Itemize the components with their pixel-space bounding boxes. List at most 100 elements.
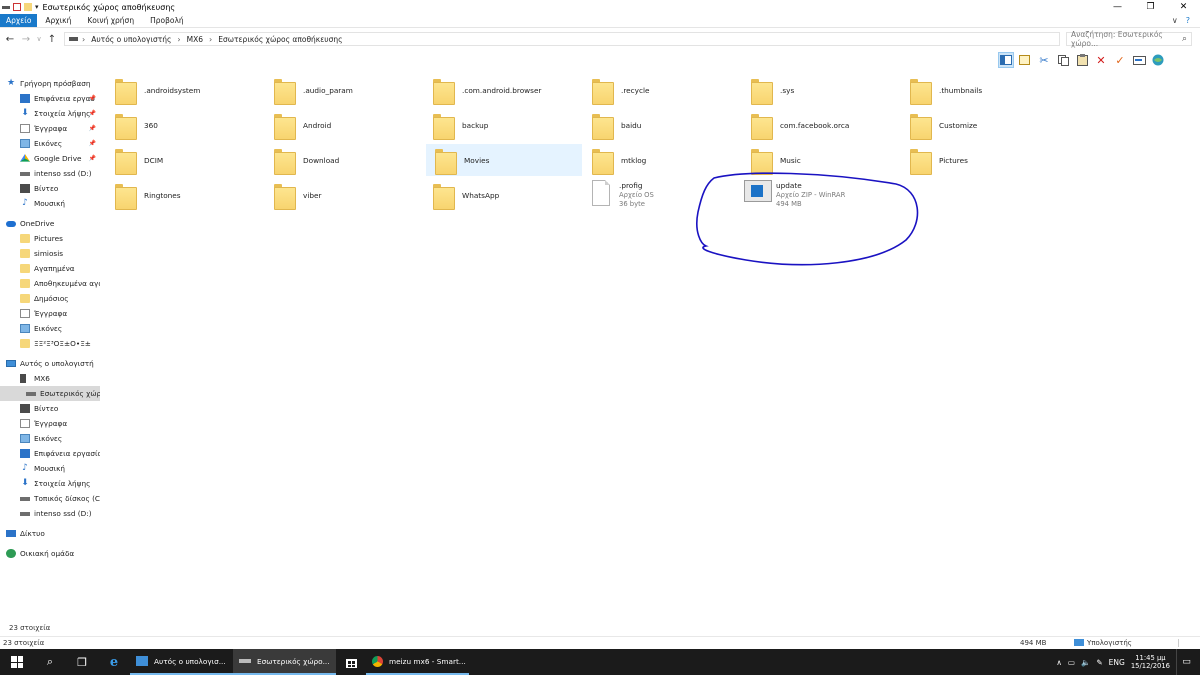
sidebar-internal-storage[interactable]: Εσωτερικός χώρο	[0, 386, 100, 401]
sidebar-homegroup[interactable]: Οικιακή ομάδα	[0, 546, 100, 561]
back-button[interactable]: ←	[2, 34, 18, 45]
folder-item[interactable]: viber	[265, 179, 421, 211]
sidebar-pc-documents[interactable]: Έγγραφα	[0, 416, 100, 431]
tray-pen-icon[interactable]: ✎	[1096, 658, 1102, 667]
notification-center-icon[interactable]: ▭	[1176, 649, 1196, 675]
breadcrumb-this-pc[interactable]: Αυτός ο υπολογιστής	[91, 35, 171, 44]
tray-overflow-icon[interactable]: ∧	[1056, 658, 1062, 667]
sidebar-onedrive-documents[interactable]: Έγγραφα	[0, 306, 100, 321]
edge-browser-icon[interactable]: e	[98, 649, 130, 675]
taskbar-item-this-pc[interactable]: Αυτός ο υπολογισ...	[130, 649, 233, 675]
sidebar-pc-pictures[interactable]: Εικόνες	[0, 431, 100, 446]
folder-item[interactable]: .audio_param	[265, 74, 421, 106]
sidebar-pc-desktop[interactable]: Επιφάνεια εργασίας	[0, 446, 100, 461]
archive-file-item[interactable]: update Αρχείο ZIP - WinRAR 494 MB	[742, 177, 898, 213]
taskbar-item-internal-storage[interactable]: Εσωτερικός χώρο...	[233, 649, 336, 675]
breadcrumb-mx6[interactable]: MX6	[187, 35, 203, 44]
folder-item[interactable]: Customize	[901, 109, 1057, 141]
pin-icon[interactable]: 📌	[89, 95, 96, 102]
sidebar-quick-access[interactable]: ★ Γρήγορη πρόσβαση	[0, 76, 100, 91]
taskbar-item-chrome[interactable]: meizu mx6 - Smart...	[366, 649, 469, 675]
new-folder-icon[interactable]	[24, 3, 32, 11]
folder-item[interactable]: mtklog	[583, 144, 739, 176]
sidebar-network[interactable]: Δίκτυο	[0, 526, 100, 541]
preview-pane-icon[interactable]	[998, 52, 1014, 68]
pin-icon[interactable]: 📌	[89, 110, 96, 117]
folder-item[interactable]: .recycle	[583, 74, 739, 106]
sidebar-pc-intenso-d[interactable]: intenso ssd (D:)	[0, 506, 100, 521]
close-button[interactable]: ✕	[1167, 0, 1200, 14]
sidebar-item-downloads[interactable]: ⬇ Στοιχεία λήψης 📌	[0, 106, 100, 121]
forward-button[interactable]: →	[18, 34, 34, 45]
address-bar[interactable]: › Αυτός ο υπολογιστής › MX6 › Εσωτερικός…	[64, 32, 1060, 46]
folder-item[interactable]: com.facebook.orca	[742, 109, 898, 141]
sidebar-pc-local-disk-c[interactable]: Τοπικός δίσκος (C:)	[0, 491, 100, 506]
help-icon[interactable]: ?	[1186, 16, 1190, 25]
folder-item[interactable]: backup	[424, 109, 580, 141]
folder-item[interactable]: DCIM	[106, 144, 262, 176]
search-input[interactable]: Αναζήτηση: Εσωτερικός χώρο...	[1071, 30, 1191, 48]
sidebar-onedrive-images[interactable]: Εικόνες	[0, 321, 100, 336]
sidebar-pc-downloads[interactable]: ⬇ Στοιχεία λήψης	[0, 476, 100, 491]
copy-icon[interactable]	[1055, 52, 1071, 68]
pin-icon[interactable]: 📌	[89, 140, 96, 147]
store-icon[interactable]	[336, 649, 366, 675]
sidebar-onedrive[interactable]: OneDrive	[0, 216, 100, 231]
sidebar-item-pictures[interactable]: Εικόνες 📌	[0, 136, 100, 151]
paste-icon[interactable]	[1074, 52, 1090, 68]
sidebar-onedrive-saved-favorites[interactable]: Αποθηκευμένα αγα	[0, 276, 100, 291]
checkmark-icon[interactable]: ✓	[1112, 52, 1128, 68]
sidebar-item-videos[interactable]: Βίντεο	[0, 181, 100, 196]
recent-locations-button[interactable]: ∨	[34, 35, 44, 43]
maximize-button[interactable]: ❐	[1134, 0, 1167, 14]
up-button[interactable]: ↑	[44, 34, 60, 45]
minimize-button[interactable]: —	[1101, 0, 1134, 14]
sidebar-item-google-drive[interactable]: Google Drive 📌	[0, 151, 100, 166]
tray-volume-icon[interactable]: 🔈	[1081, 658, 1090, 667]
search-box[interactable]: Αναζήτηση: Εσωτερικός χώρο... ⌕	[1066, 30, 1192, 48]
task-view-icon[interactable]: ❐	[66, 649, 98, 675]
cut-icon[interactable]: ✂	[1036, 52, 1052, 68]
sidebar-item-desktop[interactable]: Επιφάνεια εργασ 📌	[0, 91, 100, 106]
sidebar-pc-music[interactable]: ♪ Μουσική	[0, 461, 100, 476]
qat-dropdown-icon[interactable]: ▾	[35, 3, 39, 11]
properties-icon[interactable]	[13, 3, 21, 11]
tab-home[interactable]: Αρχική	[37, 14, 79, 27]
folder-item[interactable]: .sys	[742, 74, 898, 106]
folder-item[interactable]: baidu	[583, 109, 739, 141]
tab-share[interactable]: Κοινή χρήση	[79, 14, 142, 27]
sidebar-onedrive-simiosis[interactable]: simiosis	[0, 246, 100, 261]
folder-item-hovered[interactable]: Movies	[426, 144, 582, 176]
folder-item[interactable]: Android	[265, 109, 421, 141]
sidebar-onedrive-favorites[interactable]: Αγαπημένα	[0, 261, 100, 276]
search-icon[interactable]: ⌕	[1182, 34, 1187, 44]
folder-item[interactable]: Download	[265, 144, 421, 176]
taskbar-search-icon[interactable]: ⌕	[34, 649, 66, 675]
folder-item[interactable]: WhatsApp	[424, 179, 580, 211]
sidebar-onedrive-garbled[interactable]: ΞΞ²Ξ³ΟΞ±Ο•Ξ±	[0, 336, 100, 351]
start-button[interactable]	[0, 649, 34, 675]
tray-network-icon[interactable]: ▭	[1068, 658, 1075, 667]
breadcrumb-internal-storage[interactable]: Εσωτερικός χώρος αποθήκευσης	[218, 35, 342, 44]
tab-file[interactable]: Αρχείο	[0, 14, 38, 27]
language-indicator[interactable]: ENG	[1109, 658, 1125, 667]
pin-icon[interactable]: 📌	[89, 125, 96, 132]
folder-item[interactable]: Music	[742, 144, 898, 176]
tab-view[interactable]: Προβολή	[142, 14, 192, 27]
layout-dropdown-icon[interactable]	[1017, 52, 1033, 68]
file-item[interactable]: .profig Αρχείο OS 36 byte	[583, 177, 739, 213]
sidebar-this-pc[interactable]: Αυτός ο υπολογιστή	[0, 356, 100, 371]
sidebar-pc-videos[interactable]: Βίντεο	[0, 401, 100, 416]
folder-item[interactable]: .androidsystem	[106, 74, 262, 106]
folder-item[interactable]: Ringtones	[106, 179, 262, 211]
pin-icon[interactable]: 📌	[89, 155, 96, 162]
sidebar-item-intenso-d[interactable]: intenso ssd (D:)	[0, 166, 100, 181]
ribbon-expand-icon[interactable]: ∨	[1172, 16, 1178, 25]
sidebar-onedrive-public[interactable]: Δημόσιος	[0, 291, 100, 306]
sidebar-mx6[interactable]: MX6	[0, 371, 100, 386]
rename-icon[interactable]	[1131, 52, 1147, 68]
delete-icon[interactable]: ✕	[1093, 52, 1109, 68]
sidebar-onedrive-pictures[interactable]: Pictures	[0, 231, 100, 246]
folder-item[interactable]: .thumbnails	[901, 74, 1057, 106]
clock[interactable]: 11:45 μμ 15/12/2016	[1131, 654, 1170, 670]
